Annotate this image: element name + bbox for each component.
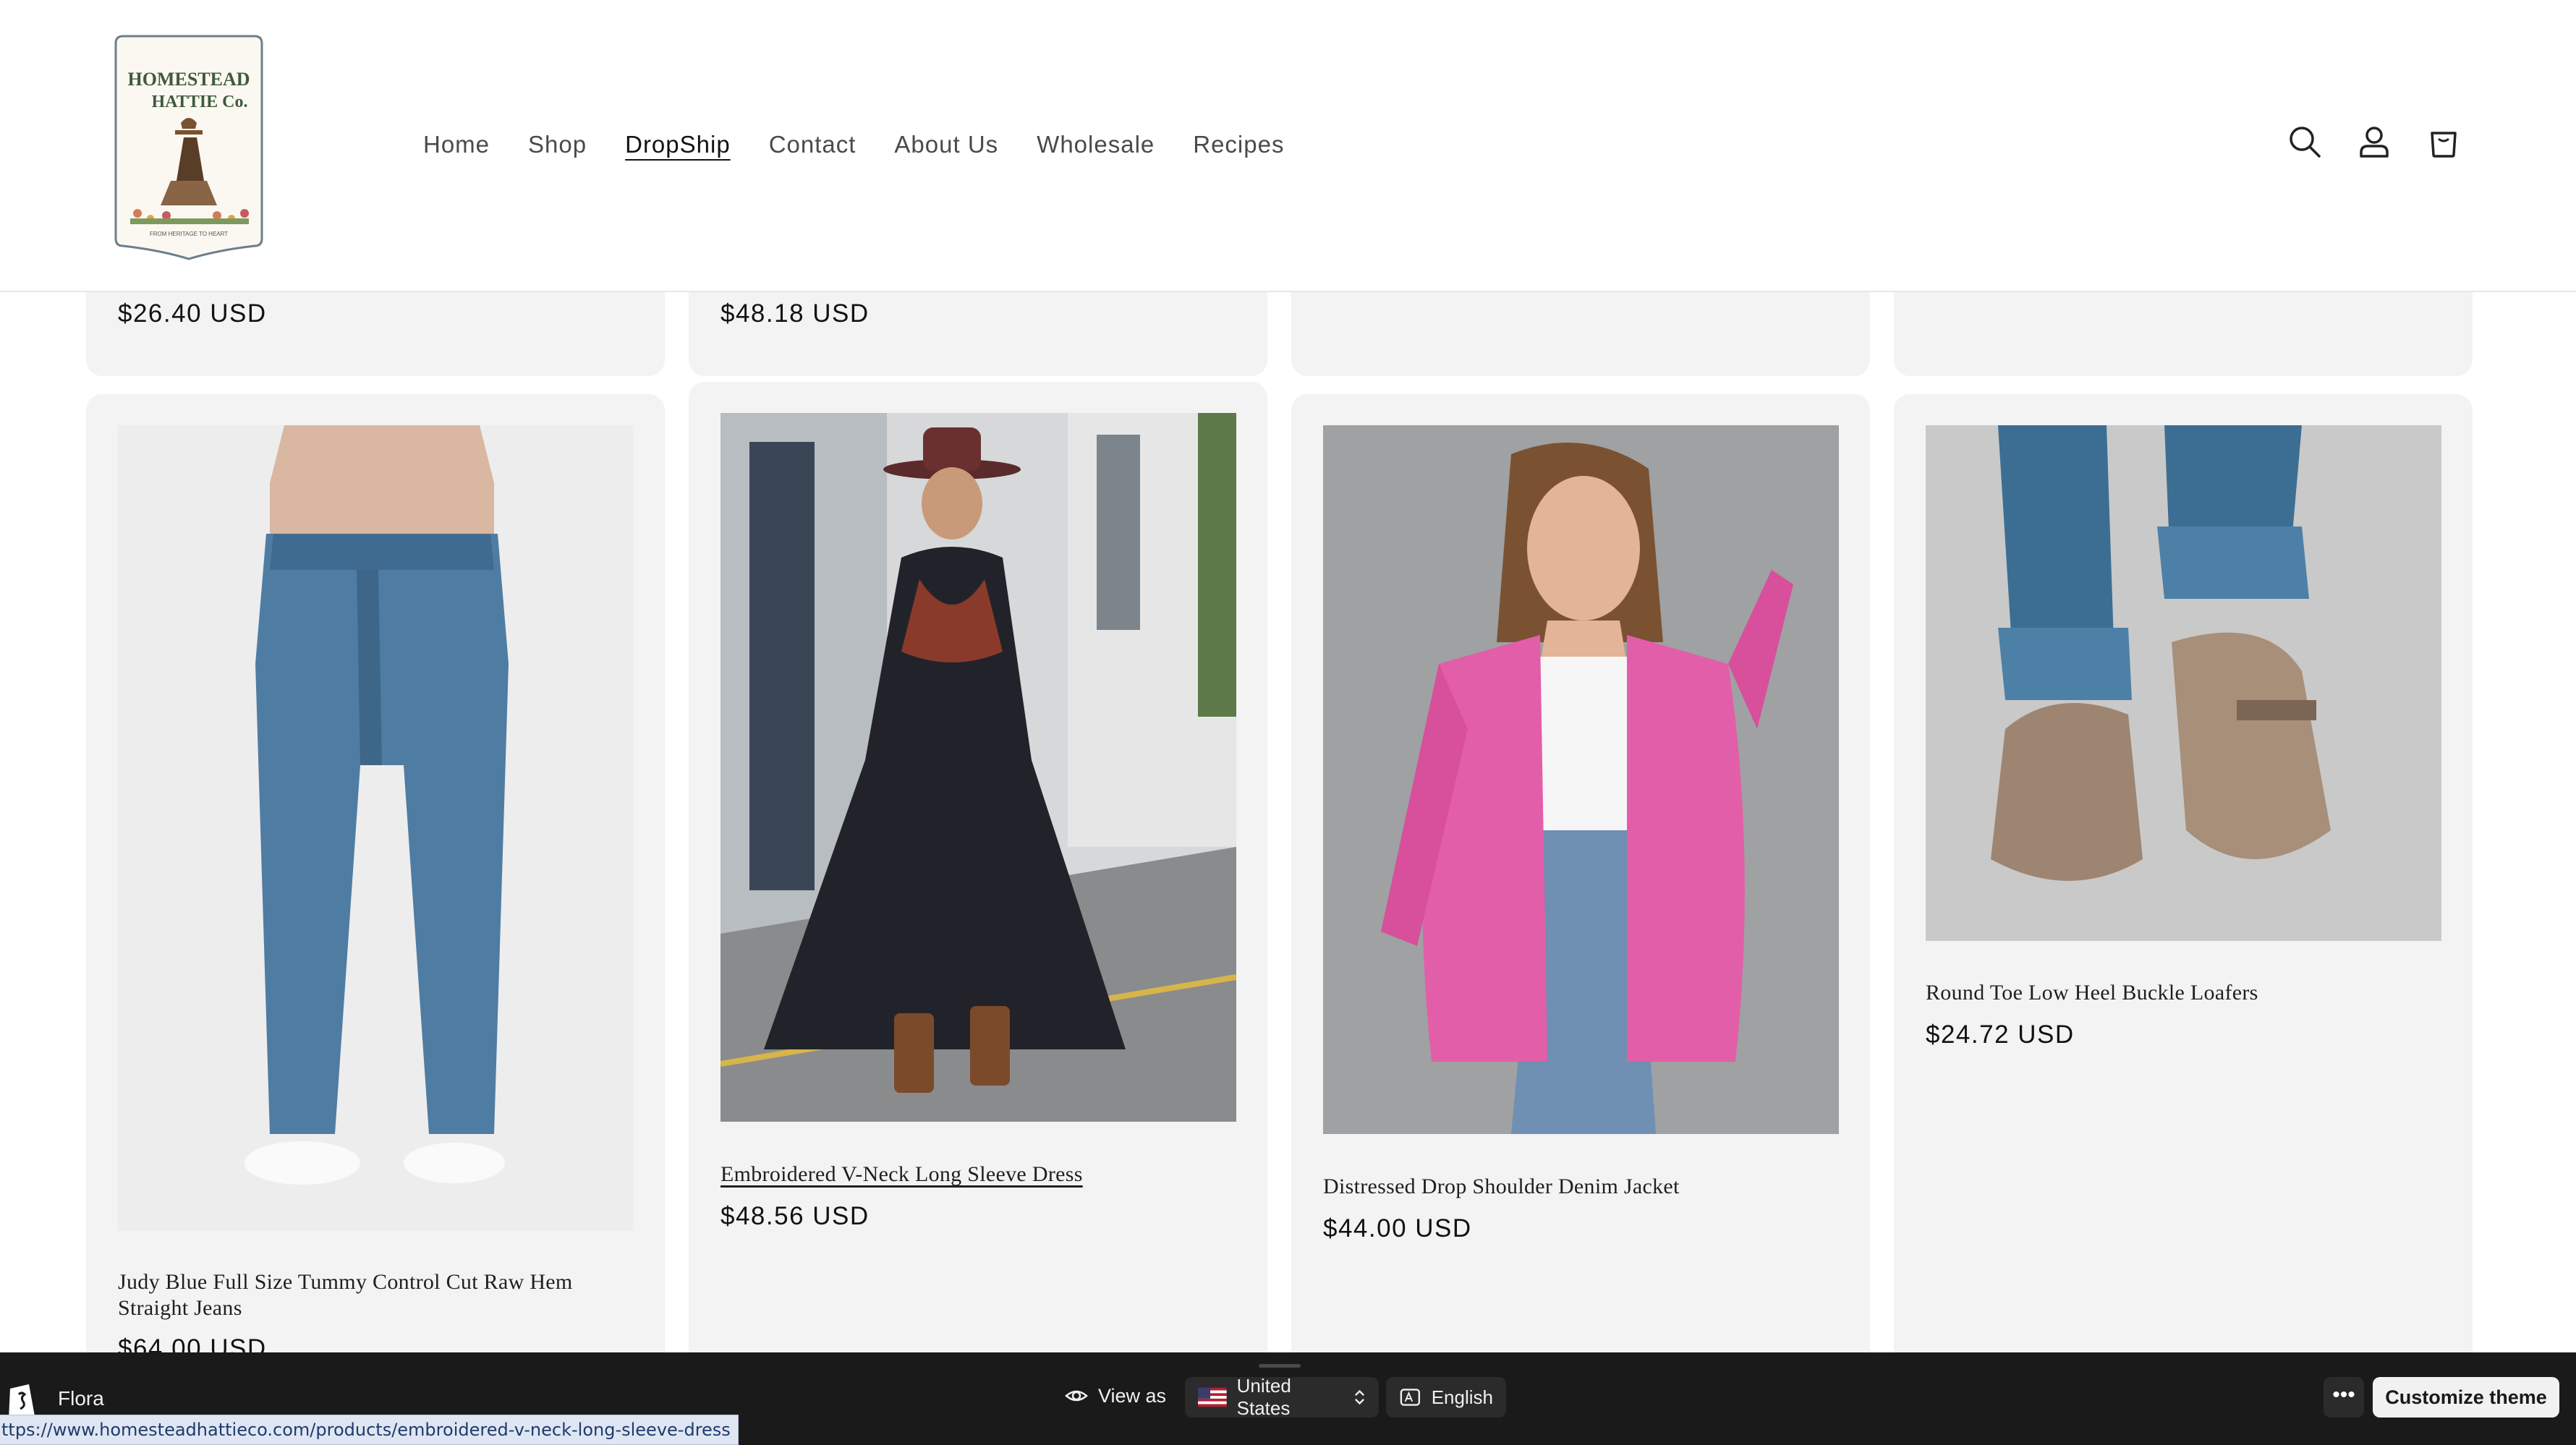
jacket-image [1323, 425, 1839, 1134]
view-as-label: View as [1065, 1384, 1166, 1407]
product-price: $48.18 USD [720, 299, 870, 328]
nav-contact[interactable]: Contact [769, 127, 856, 162]
chevron-updown-icon [1355, 1389, 1365, 1405]
language-label: English [1431, 1386, 1493, 1408]
product-image[interactable] [1926, 425, 2441, 941]
loafers-image [1926, 425, 2441, 941]
dress-image [720, 413, 1236, 1122]
nav-recipes[interactable]: Recipes [1193, 127, 1284, 162]
nav-wholesale[interactable]: Wholesale [1037, 127, 1155, 162]
country-selector[interactable]: United States [1185, 1375, 1379, 1419]
product-price: $48.56 USD [720, 1202, 870, 1230]
customize-theme-button[interactable]: Customize theme [2373, 1377, 2559, 1418]
storefront-page: HOMESTEAD HATTIE Co. FROM HERITAGE TO HE… [0, 0, 2576, 1445]
product-image[interactable] [1323, 425, 1839, 1134]
translate-icon [1400, 1389, 1421, 1406]
view-as-text: View as [1098, 1384, 1167, 1407]
us-flag-icon [1198, 1387, 1227, 1407]
product-image[interactable] [720, 413, 1236, 1122]
svg-text:HATTIE Co.: HATTIE Co. [152, 93, 248, 111]
header-actions [2286, 123, 2462, 161]
status-bar-url: ttps://www.homesteadhattieco.com/product… [0, 1415, 739, 1445]
nav-dropship[interactable]: DropShip [625, 127, 731, 162]
search-icon[interactable] [2286, 123, 2324, 161]
nav-shop[interactable]: Shop [528, 127, 587, 162]
theme-name: Flora [58, 1387, 104, 1410]
product-card[interactable]: Distressed Drop Shoulder Denim Jacket $4… [1291, 394, 1870, 1407]
product-card[interactable]: Judy Blue Full Size Tummy Control Cut Ra… [86, 394, 665, 1407]
product-title[interactable]: Judy Blue Full Size Tummy Control Cut Ra… [118, 1269, 639, 1321]
store-logo[interactable]: HOMESTEAD HATTIE Co. FROM HERITAGE TO HE… [109, 29, 269, 260]
product-card[interactable]: Embroidered V-Neck Long Sleeve Dress $48… [689, 382, 1267, 1409]
svg-text:HOMESTEAD: HOMESTEAD [127, 69, 250, 90]
product-title[interactable]: Embroidered V-Neck Long Sleeve Dress [720, 1161, 1241, 1188]
product-price: $24.72 USD [1926, 1020, 2075, 1049]
account-icon[interactable] [2355, 123, 2393, 161]
eye-icon [1065, 1390, 1088, 1402]
jeans-image [118, 425, 634, 1231]
site-header: HOMESTEAD HATTIE Co. FROM HERITAGE TO HE… [0, 0, 2576, 292]
country-label: United States [1236, 1375, 1291, 1419]
bar-drag-handle[interactable] [1259, 1364, 1301, 1368]
svg-text:FROM HERITAGE TO HEART: FROM HERITAGE TO HEART [150, 231, 228, 237]
more-options-button[interactable]: ••• [2324, 1377, 2364, 1418]
nav-about-us[interactable]: About Us [894, 127, 998, 162]
product-title[interactable]: Round Toe Low Heel Buckle Loafers [1926, 980, 2447, 1006]
product-price: $44.00 USD [1323, 1214, 1472, 1242]
product-image[interactable] [118, 425, 634, 1231]
product-card[interactable]: Round Toe Low Heel Buckle Loafers $24.72… [1894, 394, 2473, 1407]
main-nav: Home Shop DropShip Contact About Us Whol… [423, 127, 1322, 162]
cart-icon[interactable] [2425, 123, 2462, 161]
nav-home[interactable]: Home [423, 127, 490, 162]
language-selector[interactable]: English [1386, 1377, 1506, 1418]
product-title[interactable]: Distressed Drop Shoulder Denim Jacket [1323, 1174, 1844, 1200]
product-price: $26.40 USD [118, 299, 267, 328]
